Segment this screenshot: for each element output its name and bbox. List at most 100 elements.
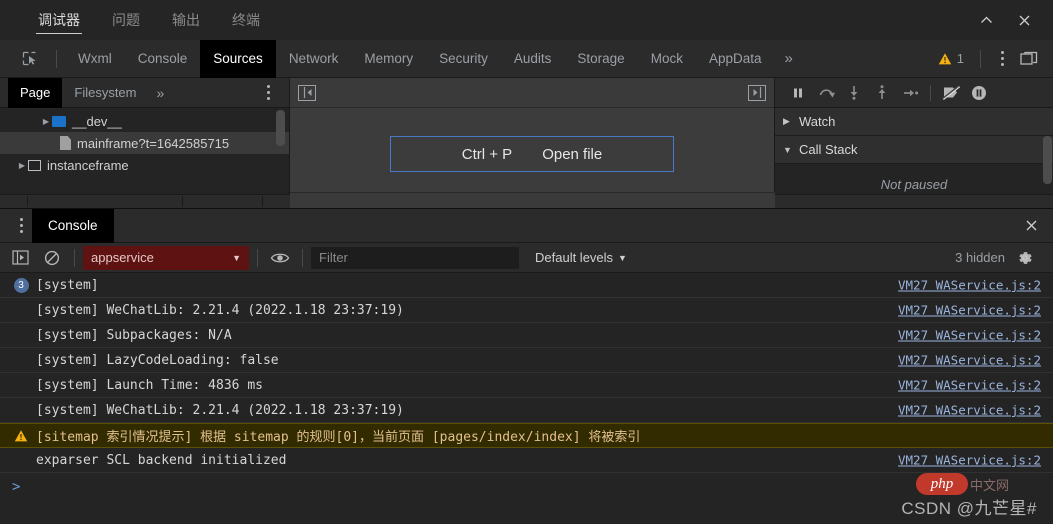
console-message[interactable]: [system] WeChatLib: 2.21.4 (2022.1.18 23… xyxy=(0,398,1053,423)
console-toolbar-divider-2 xyxy=(257,248,258,267)
navigator-tab-page[interactable]: Page xyxy=(8,77,63,108)
warning-status[interactable]: 1 xyxy=(932,51,970,66)
drawer-tabbar: Console xyxy=(0,208,1053,243)
execution-context-select[interactable]: appservice ▼ xyxy=(83,245,249,270)
open-file-hint[interactable]: Ctrl + P Open file xyxy=(390,136,674,172)
console-message[interactable]: [system] WeChatLib: 2.21.4 (2022.1.18 23… xyxy=(0,298,1053,323)
debugger-scrollbar[interactable] xyxy=(1043,136,1052,184)
hidden-messages-count[interactable]: 3 hidden xyxy=(955,250,1005,265)
step-out-icon[interactable] xyxy=(869,81,895,105)
step-into-icon[interactable] xyxy=(841,81,867,105)
twisty-icon[interactable]: ▶ xyxy=(40,117,52,126)
ide-tab-output[interactable]: 输出 xyxy=(156,0,216,40)
console-message[interactable]: [system] Launch Time: 4836 ms VM27 WASer… xyxy=(0,373,1053,398)
console-message[interactable]: [system] LazyCodeLoading: false VM27 WAS… xyxy=(0,348,1053,373)
message-text: [system] Launch Time: 4836 ms xyxy=(36,377,263,393)
navigator-tab-filesystem[interactable]: Filesystem xyxy=(62,78,148,108)
dock-window-icon[interactable] xyxy=(1015,47,1043,71)
filter-input[interactable] xyxy=(311,246,519,269)
twisty-icon[interactable]: ▶ xyxy=(16,161,28,170)
message-text: [system] xyxy=(36,277,99,293)
log-levels-select[interactable]: Default levels ▼ xyxy=(529,250,633,265)
open-file-shortcut: Ctrl + P xyxy=(461,145,513,163)
frame-icon xyxy=(28,159,41,171)
navigator-more-options-icon[interactable] xyxy=(257,85,279,100)
debugger-section-callstack[interactable]: ▼ Call Stack xyxy=(775,136,1053,164)
tab-storage[interactable]: Storage xyxy=(564,40,637,78)
show-navigator-icon[interactable] xyxy=(298,84,316,101)
tab-label: Audits xyxy=(513,51,552,66)
inspect-element-icon[interactable] xyxy=(14,46,44,72)
tab-security[interactable]: Security xyxy=(426,40,501,78)
tab-console[interactable]: Console xyxy=(125,40,201,78)
message-text: [system] WeChatLib: 2.21.4 (2022.1.18 23… xyxy=(36,302,404,318)
message-source-link[interactable]: VM27 WAService.js:2 xyxy=(898,303,1041,318)
warning-triangle-icon xyxy=(938,52,952,66)
message-source-link[interactable]: VM27 WAService.js:2 xyxy=(898,328,1041,343)
prompt-symbol: > xyxy=(12,479,21,495)
console-prompt[interactable]: > xyxy=(0,473,1053,501)
tab-label: Wxml xyxy=(78,51,112,66)
tab-network[interactable]: Network xyxy=(276,40,352,78)
tab-audits[interactable]: Audits xyxy=(501,40,565,78)
message-source-link[interactable]: VM27 WAService.js:2 xyxy=(898,278,1041,293)
drawer-tab-label: Console xyxy=(48,218,98,233)
chevron-up-icon[interactable] xyxy=(969,5,1003,35)
tab-sources[interactable]: Sources xyxy=(200,39,276,78)
console-message[interactable]: [system] Subpackages: N/A VM27 WAService… xyxy=(0,323,1053,348)
footer-seg xyxy=(183,196,263,207)
console-settings-icon[interactable] xyxy=(1011,246,1039,270)
ide-tab-label: 终端 xyxy=(232,12,260,28)
tab-mock[interactable]: Mock xyxy=(638,40,696,78)
ide-tab-terminal[interactable]: 终端 xyxy=(216,0,276,40)
folder-icon xyxy=(52,115,66,127)
tree-item-mainframe[interactable]: mainframe?t=1642585715 xyxy=(0,132,289,154)
more-options-icon[interactable] xyxy=(991,51,1013,66)
console-message[interactable]: exparser SCL backend initialized VM27 WA… xyxy=(0,448,1053,473)
message-source-link[interactable]: VM27 WAService.js:2 xyxy=(898,353,1041,368)
ide-tab-debugger[interactable]: 调试器 xyxy=(22,0,96,40)
ide-tab-problems[interactable]: 问题 xyxy=(96,0,156,40)
console-message-warning[interactable]: [sitemap 索引情况提示] 根据 sitemap 的规则[0]，当前页面 … xyxy=(0,423,1053,448)
log-levels-label: Default levels xyxy=(535,250,614,265)
tab-memory[interactable]: Memory xyxy=(351,40,426,78)
navigator-tab-label: Filesystem xyxy=(74,85,137,100)
message-source-link[interactable]: VM27 WAService.js:2 xyxy=(898,403,1041,418)
tab-wxml[interactable]: Wxml xyxy=(65,40,125,78)
console-sidebar-icon[interactable] xyxy=(6,246,34,270)
debugger-section-watch[interactable]: ▶ Watch xyxy=(775,108,1053,136)
tabs-overflow-icon[interactable]: » xyxy=(775,50,803,67)
chevron-down-icon: ▼ xyxy=(618,252,627,263)
ide-tab-label: 问题 xyxy=(112,12,140,28)
debugger-footer xyxy=(775,194,1053,208)
pause-icon[interactable] xyxy=(785,81,811,105)
console-drawer: Console appservice ▼ Filter Default leve… xyxy=(0,208,1053,524)
message-source-link[interactable]: VM27 WAService.js:2 xyxy=(898,378,1041,393)
message-source-link[interactable]: VM27 WAService.js:2 xyxy=(898,453,1041,468)
clear-console-icon[interactable] xyxy=(38,246,66,270)
drawer-more-options-icon[interactable] xyxy=(10,218,32,233)
toolbar-divider-2 xyxy=(980,49,981,68)
close-icon[interactable] xyxy=(1007,5,1041,35)
pause-on-exceptions-icon[interactable] xyxy=(966,81,992,105)
navigator-scrollbar[interactable] xyxy=(276,110,285,146)
message-text: exparser SCL backend initialized xyxy=(36,452,287,468)
chevron-down-icon: ▼ xyxy=(783,144,792,155)
drawer-close-icon[interactable] xyxy=(1024,218,1039,233)
drawer-tab-console[interactable]: Console xyxy=(32,208,114,243)
console-message-list: 3 [system] VM27 WAService.js:2 [system] … xyxy=(0,273,1053,524)
tree-item-instanceframe[interactable]: ▶ instanceframe xyxy=(0,154,289,176)
tab-appdata[interactable]: AppData xyxy=(696,40,775,78)
show-debugger-icon[interactable] xyxy=(748,84,766,101)
console-message[interactable]: 3 [system] VM27 WAService.js:2 xyxy=(0,273,1053,298)
ide-tab-label: 输出 xyxy=(172,12,200,28)
tab-label: Console xyxy=(137,51,188,66)
deactivate-breakpoints-icon[interactable] xyxy=(938,81,964,105)
message-count-badge: 3 xyxy=(10,277,32,293)
step-icon[interactable] xyxy=(897,81,923,105)
tree-item-dev[interactable]: ▶ __dev__ xyxy=(0,110,289,132)
navigator-overflow-icon[interactable]: » xyxy=(149,85,173,101)
devtools-window: 调试器 问题 输出 终端 Wxml Console Sources Networ… xyxy=(0,0,1053,524)
step-over-icon[interactable] xyxy=(813,81,839,105)
live-expression-icon[interactable] xyxy=(266,246,294,270)
